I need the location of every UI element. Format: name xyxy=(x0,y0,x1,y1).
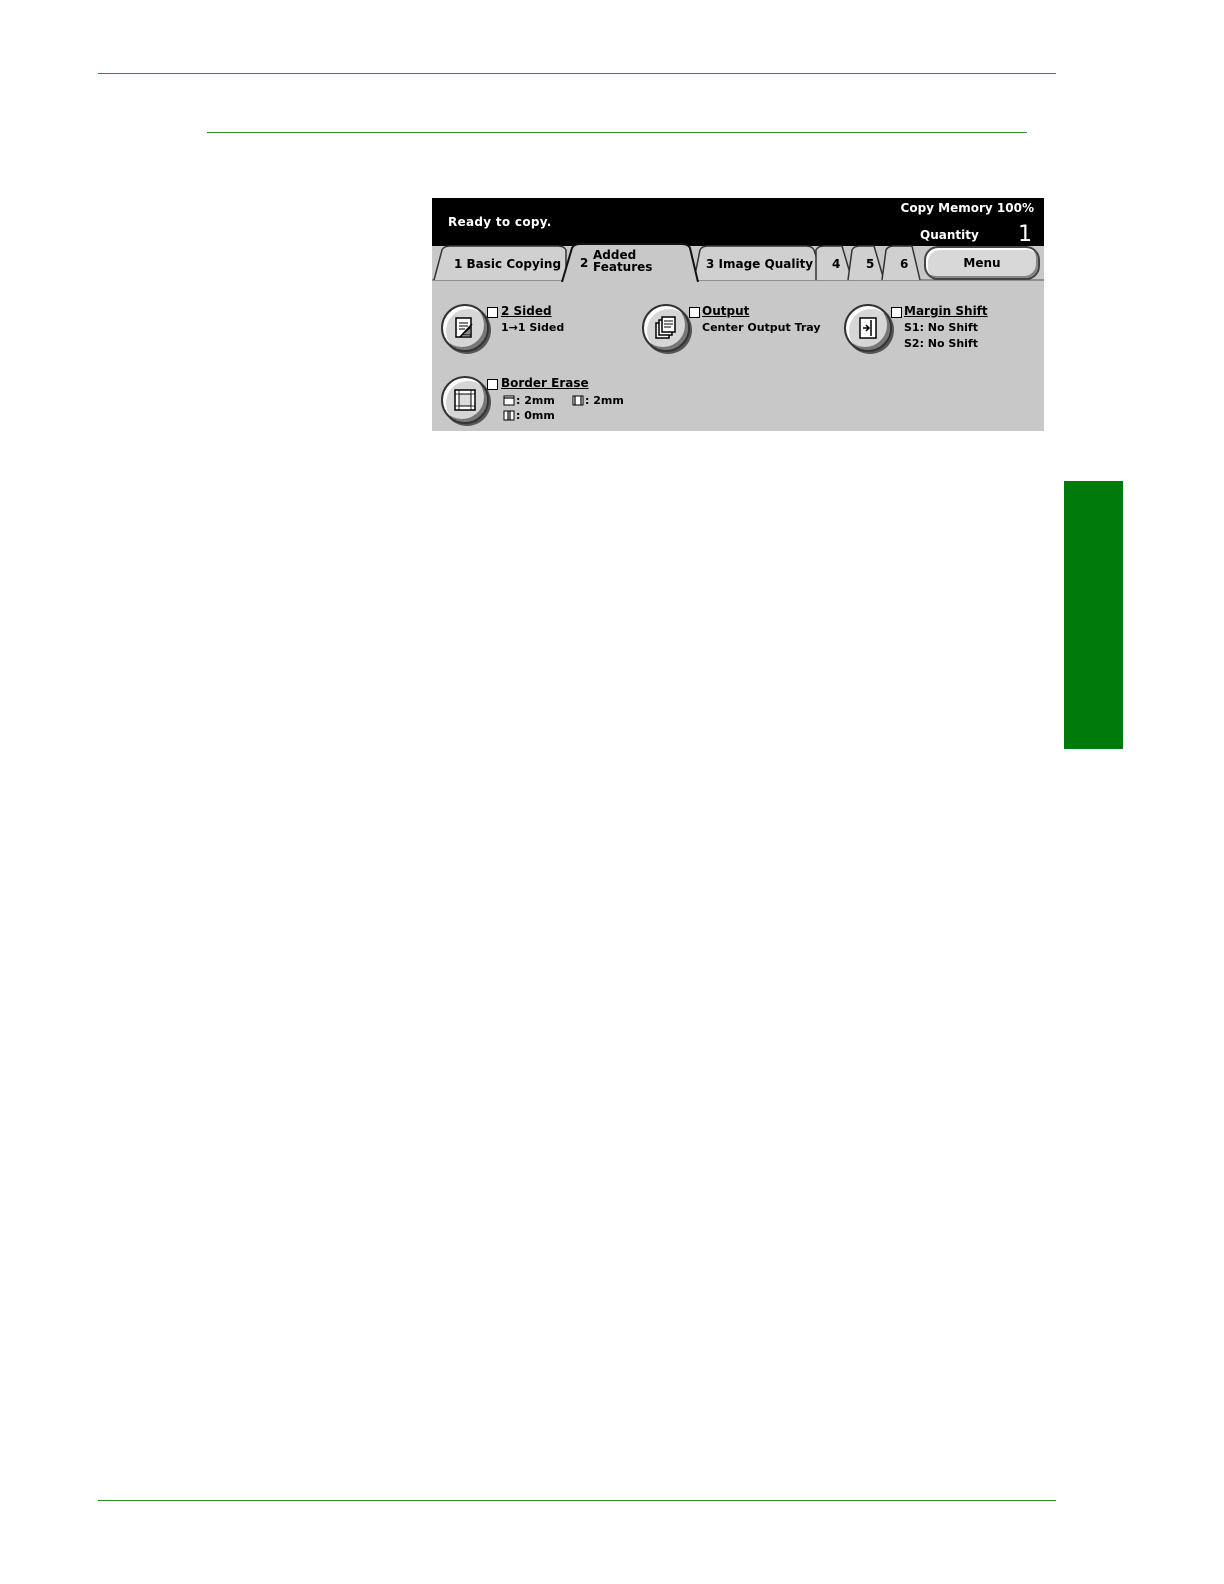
header-rule-top xyxy=(98,73,1056,74)
two-sided-button[interactable] xyxy=(441,304,489,352)
tab-5[interactable]: 5 xyxy=(866,257,874,271)
border-erase-center: : 0mm xyxy=(516,409,555,422)
menu-button[interactable]: Menu xyxy=(924,246,1040,280)
header-rule-section xyxy=(207,132,1027,133)
top-bottom-edge-icon xyxy=(503,395,515,406)
tab-basic-copying[interactable]: 1 Basic Copying xyxy=(454,257,561,271)
tab-added-features[interactable]: 2 Added Features xyxy=(580,248,652,274)
margin-shift-title[interactable]: Margin Shift xyxy=(904,304,988,318)
left-right-edge-icon xyxy=(572,395,584,406)
footer-rule xyxy=(98,1500,1056,1501)
center-edge-icon xyxy=(503,410,515,421)
output-title[interactable]: Output xyxy=(702,304,749,318)
output-checkbox[interactable] xyxy=(689,307,700,318)
chapter-side-tab xyxy=(1064,481,1123,749)
border-erase-checkbox[interactable] xyxy=(487,379,498,390)
border-erase-left-right: : 2mm xyxy=(585,394,624,407)
output-button[interactable] xyxy=(642,304,690,352)
output-icon xyxy=(655,316,676,339)
margin-shift-checkbox[interactable] xyxy=(891,307,902,318)
border-erase-button[interactable] xyxy=(441,376,489,424)
status-bar: Ready to copy. Copy Memory 100% Quantity… xyxy=(432,198,1044,247)
two-sided-title[interactable]: 2 Sided xyxy=(501,304,552,318)
tab-image-quality[interactable]: 3 Image Quality xyxy=(706,257,813,271)
output-value: Center Output Tray xyxy=(702,321,821,334)
margin-shift-icon xyxy=(859,317,877,339)
quantity-label: Quantity xyxy=(920,228,979,242)
margin-shift-button[interactable] xyxy=(844,304,892,352)
tab-6[interactable]: 6 xyxy=(900,257,908,271)
tab-added-features-number: 2 xyxy=(580,256,589,270)
two-sided-value: 1→1 Sided xyxy=(501,321,565,334)
margin-shift-side1: S1: No Shift xyxy=(904,321,978,334)
tab-4[interactable]: 4 xyxy=(832,257,840,271)
copy-memory: Copy Memory 100% xyxy=(900,201,1034,215)
border-erase-top-bottom: : 2mm xyxy=(516,394,555,407)
copier-screen: Ready to copy. Copy Memory 100% Quantity… xyxy=(432,198,1044,431)
two-sided-checkbox[interactable] xyxy=(487,307,498,318)
two-sided-icon xyxy=(455,317,473,338)
status-message: Ready to copy. xyxy=(448,215,552,229)
margin-shift-side2: S2: No Shift xyxy=(904,337,978,350)
border-erase-icon xyxy=(454,389,476,411)
tab-added-features-line2: Features xyxy=(593,260,653,274)
border-erase-title[interactable]: Border Erase xyxy=(501,376,589,390)
